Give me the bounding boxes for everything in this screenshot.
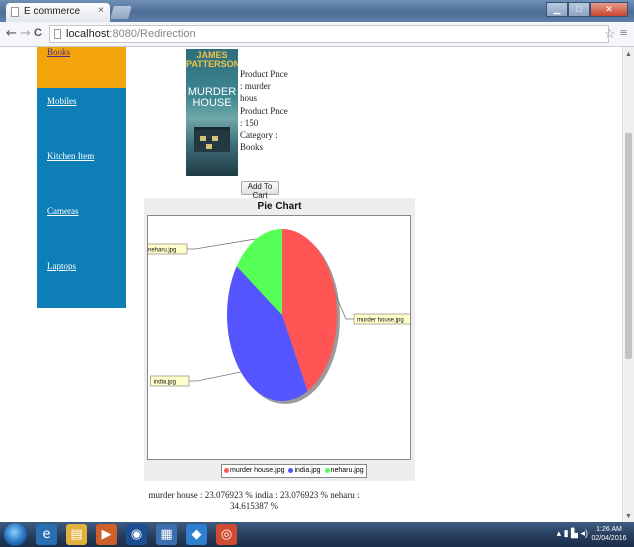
scroll-down-icon[interactable]: ▼ — [625, 512, 632, 520]
legend-item: india.jpg — [288, 465, 321, 477]
cover-title: MURDER HOUSE — [187, 86, 237, 109]
page-icon — [11, 7, 19, 17]
title-bar: E commerce × ▁ □ ✕ — [0, 0, 634, 22]
window-controls: ▁ □ ✕ — [546, 2, 628, 17]
sidebar-item-laptops[interactable]: Laptops — [37, 253, 126, 308]
legend-item: neharu.jpg — [324, 465, 364, 477]
tab-close-icon[interactable]: × — [98, 5, 104, 16]
legend-swatch — [288, 467, 294, 473]
sidebar-item-kitchen[interactable]: Kitchen Item — [37, 143, 126, 198]
minimize-button[interactable]: ▁ — [546, 2, 568, 17]
summary-line: 34.615387 % — [230, 501, 278, 511]
scroll-up-icon[interactable]: ▲ — [625, 50, 632, 58]
product-line: Product Pnce — [240, 105, 288, 116]
close-window-button[interactable]: ✕ — [590, 2, 628, 17]
plot-area: murder house.jpg india.jpg neharu.jpg — [144, 215, 418, 460]
word-icon[interactable]: ▦ — [156, 524, 177, 545]
cover-author: JAMES PATTERSON — [186, 50, 238, 69]
maximize-button[interactable]: □ — [568, 2, 590, 17]
label-leader-line — [187, 238, 257, 250]
tab-title: E commerce — [24, 6, 81, 17]
legend-item: murder house.jpg — [224, 465, 284, 477]
vertical-scrollbar[interactable]: ▲ ▼ — [622, 47, 634, 522]
bookmark-star-icon[interactable]: ☆ — [604, 26, 616, 42]
menu-icon[interactable]: ≡ — [620, 25, 627, 41]
browser-tab[interactable]: E commerce × — [6, 3, 110, 22]
product-line: Category : — [240, 130, 278, 141]
sidebar-item-books[interactable]: Books — [37, 47, 126, 88]
start-button[interactable] — [4, 523, 27, 546]
new-tab-button[interactable] — [110, 6, 132, 19]
chrome-icon[interactable]: ◎ — [216, 524, 237, 545]
book-cover-image: JAMES PATTERSON MURDER HOUSE — [186, 49, 238, 176]
media-player-icon[interactable]: ▶ — [96, 524, 117, 545]
eclipse-icon[interactable]: ◉ — [126, 524, 147, 545]
summary-line: murder house : 23.076923 % india : 23.07… — [148, 490, 360, 500]
chart-legend: murder house.jpg india.jpg neharu.jpg — [221, 464, 367, 478]
chart-title: Pie Chart — [257, 201, 302, 212]
taskbar: e ▤ ▶ ◉ ▦ ◆ ◎ ▴ ▮ ▙ ◂) 1:26 AM 02/04/201… — [0, 522, 634, 547]
product-line: hous — [240, 93, 258, 104]
url-input[interactable]: localhost:8080/Redirection — [49, 25, 609, 43]
clock[interactable]: 1:26 AM 02/04/2016 — [590, 525, 628, 543]
page-icon — [54, 29, 61, 39]
url-host: localhost — [66, 28, 110, 40]
add-to-cart-button[interactable]: Add To Cart — [241, 181, 279, 200]
legend-swatch — [224, 467, 229, 473]
clock-date: 02/04/2016 — [591, 535, 627, 542]
legend-swatch — [324, 467, 330, 473]
label-leader-line — [189, 371, 241, 382]
product-info: Product Pnce : murder hous Product Pnce … — [240, 68, 290, 153]
slice-label: murder house.jpg — [357, 318, 404, 324]
address-bar: ← → C localhost:8080/Redirection ☆ ≡ — [0, 22, 634, 47]
scroll-thumb[interactable] — [625, 133, 632, 359]
ie-icon[interactable]: e — [36, 524, 57, 545]
pie-chart-svg: murder house.jpg india.jpg neharu.jpg — [144, 229, 418, 404]
product-line: Product Pnce — [240, 69, 288, 79]
forward-arrow-icon[interactable]: → — [20, 26, 31, 41]
product-line: : 150 — [240, 117, 259, 128]
back-arrow-icon[interactable]: ← — [6, 26, 17, 41]
clock-time: 1:26 AM — [596, 526, 622, 533]
sidebar-item-cameras[interactable]: Cameras — [37, 198, 126, 253]
product-line: : murder — [240, 81, 271, 92]
tray-icons[interactable]: ▴ ▮ ▙ ◂) — [557, 528, 588, 539]
url-path: :8080/Redirection — [109, 28, 196, 40]
slice-label: india.jpg — [154, 380, 176, 386]
reload-icon[interactable]: C — [34, 27, 42, 39]
cover-house-illustration — [194, 127, 230, 152]
slice-label: neharu.jpg — [148, 248, 176, 254]
pie-chart-panel: Pie Chart murder house.jpg india.jpg nehar… — [144, 198, 418, 481]
product-line: Books — [240, 142, 264, 153]
netbeans-icon[interactable]: ◆ — [186, 524, 207, 545]
sidebar-item-mobiles[interactable]: Mobiles — [37, 88, 126, 143]
page-viewport: Books Mobiles Kitchen Item Cameras Lapto… — [0, 47, 622, 522]
category-sidebar: Books Mobiles Kitchen Item Cameras Lapto… — [37, 47, 126, 308]
percentage-summary: murder house : 23.076923 % india : 23.07… — [144, 490, 364, 512]
folder-icon[interactable]: ▤ — [66, 524, 87, 545]
